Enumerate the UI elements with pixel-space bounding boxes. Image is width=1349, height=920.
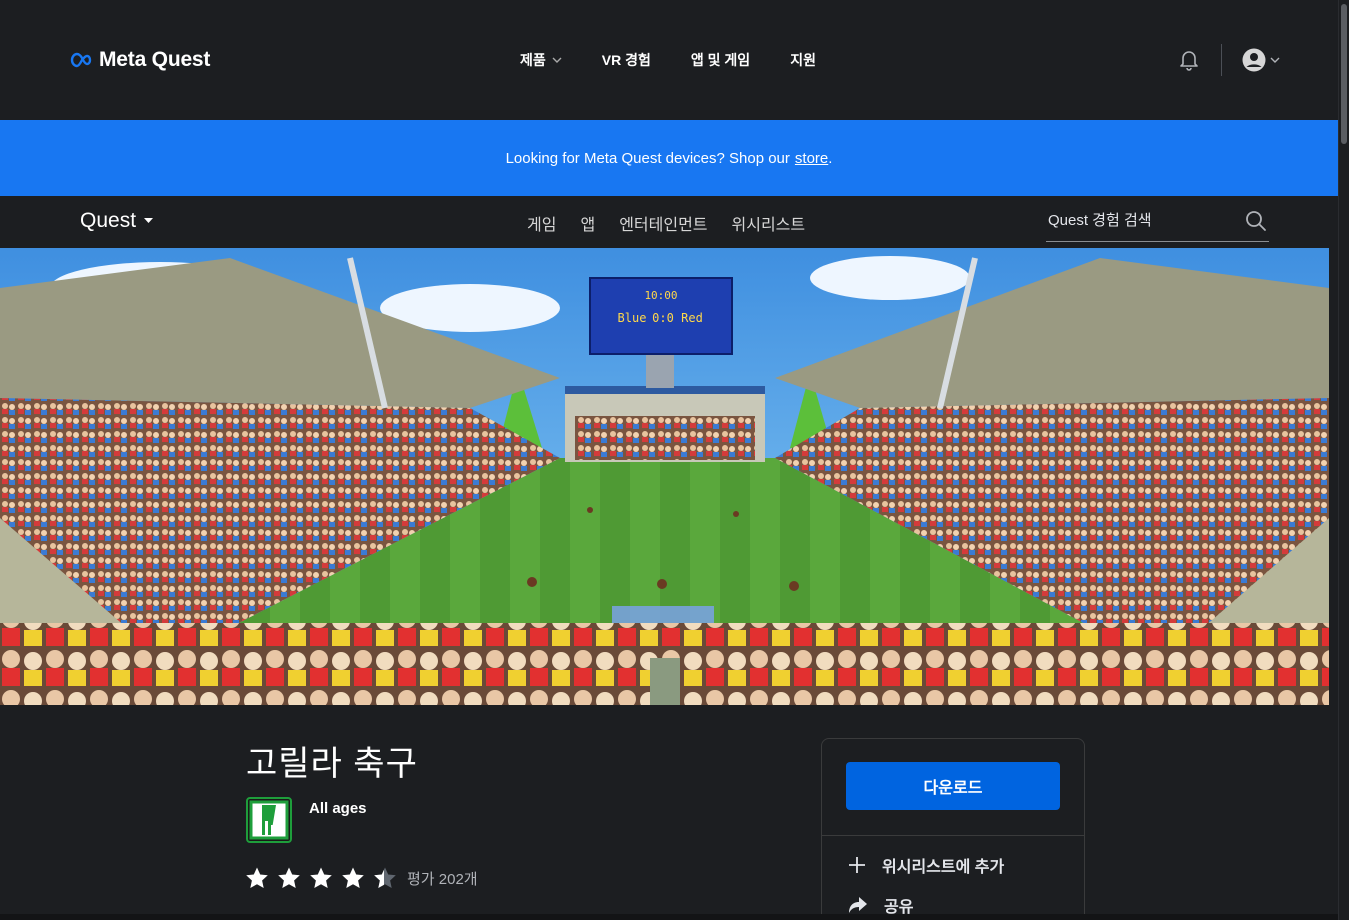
notifications-button[interactable] (1178, 48, 1200, 77)
nav-item-vr-experiences[interactable]: VR 경험 (602, 50, 651, 70)
quest-brand-label: Quest (80, 209, 137, 232)
star-icon (310, 867, 332, 888)
age-rating-icon (246, 797, 292, 843)
scoreboard-score: 0:0 (652, 311, 674, 325)
search-box (1046, 204, 1269, 242)
banner-suffix: . (828, 149, 833, 167)
logo-text: Meta Quest (99, 48, 211, 71)
star-icon (278, 867, 300, 888)
banner-text: Looking for Meta Quest devices? Shop our (505, 149, 790, 167)
subnav-wishlist[interactable]: 위시리스트 (732, 211, 806, 235)
account-menu-button[interactable] (1241, 47, 1280, 73)
scoreboard-time: 10:00 (644, 289, 677, 302)
purchase-card: 다운로드 위시리스트에 추가 공유 (821, 738, 1085, 920)
quest-links: 게임 앱 엔터테인먼트 위시리스트 (527, 211, 805, 235)
quest-subnav: Quest 게임 앱 엔터테인먼트 위시리스트 (0, 196, 1338, 248)
search-icon[interactable] (1245, 210, 1267, 232)
meta-header: Meta Quest 제품 VR 경험 앱 및 게임 지원 (0, 0, 1338, 120)
chevron-down-icon (1270, 57, 1280, 63)
wishlist-label: 위시리스트에 추가 (882, 859, 1005, 876)
all-ages-rating-badge-icon (249, 800, 289, 840)
stadium-illustration: 10:00 Blue 0:0 Red (0, 248, 1329, 705)
bottom-edge (0, 914, 1338, 920)
star-half-icon (374, 867, 396, 888)
page-scrollbar[interactable] (1338, 0, 1349, 920)
rating-count: 평가 202개 (407, 870, 478, 888)
subnav-games[interactable]: 게임 (527, 211, 556, 235)
plus-icon (849, 857, 865, 873)
age-rating-label: All ages (309, 800, 367, 817)
meta-quest-logo[interactable]: Meta Quest (69, 48, 210, 72)
scoreboard-team-left: Blue (618, 311, 647, 325)
store-link[interactable]: store (795, 150, 828, 167)
search-input[interactable] (1048, 212, 1238, 229)
bell-icon (1180, 51, 1198, 71)
rating-stars[interactable]: 평가 202개 (245, 866, 478, 890)
main-nav: 제품 VR 경험 앱 및 게임 지원 (520, 50, 816, 70)
download-button[interactable]: 다운로드 (846, 762, 1060, 810)
nav-item-support[interactable]: 지원 (790, 50, 816, 70)
subnav-apps[interactable]: 앱 (580, 211, 595, 235)
meta-infinity-icon (70, 52, 92, 68)
promo-banner: Looking for Meta Quest devices? Shop our… (0, 120, 1338, 196)
star-icon (342, 867, 364, 888)
chevron-down-icon (552, 57, 562, 63)
scrollbar-thumb[interactable] (1341, 4, 1347, 144)
scoreboard-team-right: Red (681, 311, 703, 325)
add-to-wishlist-button[interactable]: 위시리스트에 추가 (848, 853, 1004, 877)
hero-screenshot[interactable]: 10:00 Blue 0:0 Red (0, 248, 1329, 705)
caret-down-icon (144, 218, 154, 223)
share-icon (849, 897, 867, 913)
subnav-entertainment[interactable]: 엔터테인먼트 (619, 211, 707, 235)
header-divider (1221, 44, 1222, 76)
quest-platform-selector[interactable]: Quest (80, 209, 154, 233)
nav-item-apps-games[interactable]: 앱 및 게임 (691, 50, 750, 70)
star-icon (246, 867, 268, 888)
nav-item-products[interactable]: 제품 (520, 50, 562, 70)
account-circle-icon (1242, 48, 1266, 72)
nav-label: 제품 (520, 52, 546, 68)
card-divider (822, 835, 1084, 836)
app-title: 고릴라 축구 (246, 745, 418, 783)
